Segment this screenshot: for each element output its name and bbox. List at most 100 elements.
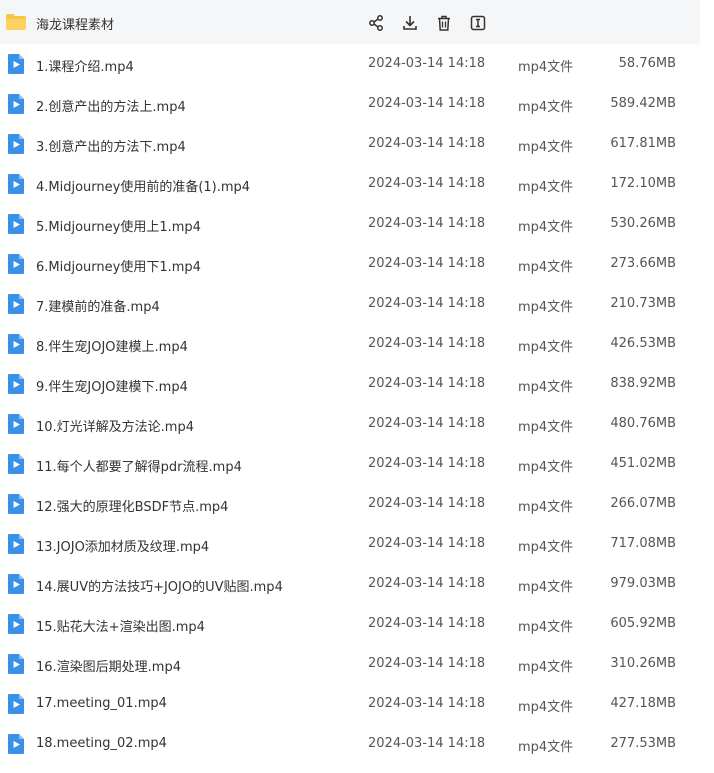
file-name[interactable]: 3.创意产出的方法下.mp4	[36, 136, 186, 155]
file-size: 426.53MB	[610, 336, 676, 351]
file-size: 172.10MB	[610, 176, 676, 191]
video-file-icon	[8, 374, 24, 394]
file-type: mp4文件	[518, 620, 574, 635]
video-file-icon	[8, 134, 24, 154]
file-name[interactable]: 2.创意产出的方法上.mp4	[36, 96, 186, 115]
file-name[interactable]: 4.Midjourney使用前的准备(1).mp4	[36, 176, 250, 195]
file-date: 2024-03-14 14:18	[368, 216, 486, 231]
file-name[interactable]: 12.强大的原理化BSDF节点.mp4	[36, 496, 228, 515]
video-file-icon	[8, 734, 24, 754]
file-type: mp4文件	[518, 300, 574, 315]
video-file-icon	[8, 694, 24, 714]
file-date: 2024-03-14 14:18	[368, 96, 486, 111]
file-size: 210.73MB	[610, 296, 676, 311]
file-name[interactable]: 18.meeting_02.mp4	[36, 736, 167, 751]
file-date: 2024-03-14 14:18	[368, 536, 486, 551]
file-size: 451.02MB	[610, 456, 676, 471]
table-row[interactable]: 4.Midjourney使用前的准备(1).mp4 2024-03-14 14:1…	[0, 164, 700, 204]
file-type: mp4文件	[518, 540, 574, 555]
file-type: mp4文件	[518, 140, 574, 155]
file-name[interactable]: 10.灯光详解及方法论.mp4	[36, 416, 194, 435]
file-date: 2024-03-14 14:18	[368, 296, 486, 311]
table-row[interactable]: 13.JOJO添加材质及纹理.mp4 2024-03-14 14:18 mp4文件 7…	[0, 524, 700, 564]
table-row[interactable]: 5.Midjourney使用上1.mp4 2024-03-14 14:18 mp4文…	[0, 204, 700, 244]
video-file-icon	[8, 454, 24, 474]
file-size: 838.92MB	[610, 376, 676, 391]
file-date: 2024-03-14 14:18	[368, 336, 486, 351]
file-date: 2024-03-14 14:18	[368, 576, 486, 591]
file-list: 1.课程介绍.mp4 2024-03-14 14:18 mp4文件 58.76MB 2.…	[0, 44, 700, 764]
file-name[interactable]: 16.渲染图后期处理.mp4	[36, 656, 181, 675]
file-date: 2024-03-14 14:18	[368, 176, 486, 191]
file-browser: 海龙课程素材 1.课程介绍.mp4 2024-03-14 14:18 mp4文件 58…	[0, 0, 714, 773]
table-row[interactable]: 18.meeting_02.mp4 2024-03-14 14:18 mp4文件 27…	[0, 724, 700, 764]
file-date: 2024-03-14 14:18	[368, 496, 486, 511]
file-type: mp4文件	[518, 220, 574, 235]
table-row[interactable]: 15.贴花大法+渲染出图.mp4 2024-03-14 14:18 mp4文件 605…	[0, 604, 700, 644]
video-file-icon	[8, 614, 24, 634]
table-row[interactable]: 9.伴生宠JOJO建模下.mp4 2024-03-14 14:18 mp4文件 838…	[0, 364, 700, 404]
table-row[interactable]: 7.建模前的准备.mp4 2024-03-14 14:18 mp4文件 210.73M…	[0, 284, 700, 324]
file-name[interactable]: 1.课程介绍.mp4	[36, 56, 134, 75]
file-date: 2024-03-14 14:18	[368, 456, 486, 471]
file-type: mp4文件	[518, 340, 574, 355]
video-file-icon	[8, 94, 24, 114]
file-date: 2024-03-14 14:18	[368, 256, 486, 271]
rename-icon[interactable]	[470, 15, 486, 31]
table-row[interactable]: 12.强大的原理化BSDF节点.mp4 2024-03-14 14:18 mp4文件…	[0, 484, 700, 524]
video-file-icon	[8, 174, 24, 194]
file-date: 2024-03-14 14:18	[368, 376, 486, 391]
file-type: mp4文件	[518, 100, 574, 115]
video-file-icon	[8, 214, 24, 234]
file-type: mp4文件	[518, 580, 574, 595]
file-name[interactable]: 11.每个人都要了解得pdr流程.mp4	[36, 456, 242, 475]
folder-icon	[6, 14, 26, 30]
file-type: mp4文件	[518, 500, 574, 515]
file-type: mp4文件	[518, 740, 574, 755]
table-row[interactable]: 6.Midjourney使用下1.mp4 2024-03-14 14:18 mp4文…	[0, 244, 700, 284]
file-name[interactable]: 9.伴生宠JOJO建模下.mp4	[36, 376, 188, 395]
video-file-icon	[8, 534, 24, 554]
folder-name: 海龙课程素材	[36, 18, 115, 33]
file-size: 277.53MB	[610, 736, 676, 751]
file-type: mp4文件	[518, 180, 574, 195]
file-name[interactable]: 5.Midjourney使用上1.mp4	[36, 216, 201, 235]
file-type: mp4文件	[518, 420, 574, 435]
video-file-icon	[8, 414, 24, 434]
table-row[interactable]: 16.渲染图后期处理.mp4 2024-03-14 14:18 mp4文件 310.2…	[0, 644, 700, 684]
file-size: 273.66MB	[610, 256, 676, 271]
share-icon[interactable]	[368, 15, 384, 31]
video-file-icon	[8, 54, 24, 74]
table-row[interactable]: 3.创意产出的方法下.mp4 2024-03-14 14:18 mp4文件 617.8…	[0, 124, 700, 164]
table-row[interactable]: 11.每个人都要了解得pdr流程.mp4 2024-03-14 14:18 mp4文…	[0, 444, 700, 484]
file-date: 2024-03-14 14:18	[368, 736, 486, 751]
file-name[interactable]: 17.meeting_01.mp4	[36, 696, 167, 711]
file-date: 2024-03-14 14:18	[368, 656, 486, 671]
table-row[interactable]: 1.课程介绍.mp4 2024-03-14 14:18 mp4文件 58.76MB	[0, 44, 700, 84]
table-row[interactable]: 14.展UV的方法技巧+JOJO的UV贴图.mp4 2024-03-14 14:1…	[0, 564, 700, 604]
file-size: 979.03MB	[610, 576, 676, 591]
file-name[interactable]: 6.Midjourney使用下1.mp4	[36, 256, 201, 275]
file-name[interactable]: 14.展UV的方法技巧+JOJO的UV贴图.mp4	[36, 576, 283, 595]
video-file-icon	[8, 654, 24, 674]
file-type: mp4文件	[518, 460, 574, 475]
file-date: 2024-03-14 14:18	[368, 56, 486, 71]
file-name[interactable]: 15.贴花大法+渲染出图.mp4	[36, 616, 205, 635]
table-row[interactable]: 17.meeting_01.mp4 2024-03-14 14:18 mp4文件 42…	[0, 684, 700, 724]
file-size: 589.42MB	[610, 96, 676, 111]
file-size: 58.76MB	[618, 56, 676, 71]
file-type: mp4文件	[518, 660, 574, 675]
delete-icon[interactable]	[436, 15, 452, 31]
table-row[interactable]: 2.创意产出的方法上.mp4 2024-03-14 14:18 mp4文件 589.4…	[0, 84, 700, 124]
download-icon[interactable]	[402, 15, 418, 31]
table-row[interactable]: 8.伴生宠JOJO建模上.mp4 2024-03-14 14:18 mp4文件 426…	[0, 324, 700, 364]
file-size: 266.07MB	[610, 496, 676, 511]
file-name[interactable]: 8.伴生宠JOJO建模上.mp4	[36, 336, 188, 355]
file-name[interactable]: 7.建模前的准备.mp4	[36, 296, 160, 315]
table-row[interactable]: 10.灯光详解及方法论.mp4 2024-03-14 14:18 mp4文件 480.…	[0, 404, 700, 444]
file-name[interactable]: 13.JOJO添加材质及纹理.mp4	[36, 536, 209, 555]
file-size: 480.76MB	[610, 416, 676, 431]
file-date: 2024-03-14 14:18	[368, 136, 486, 151]
video-file-icon	[8, 334, 24, 354]
file-type: mp4文件	[518, 260, 574, 275]
